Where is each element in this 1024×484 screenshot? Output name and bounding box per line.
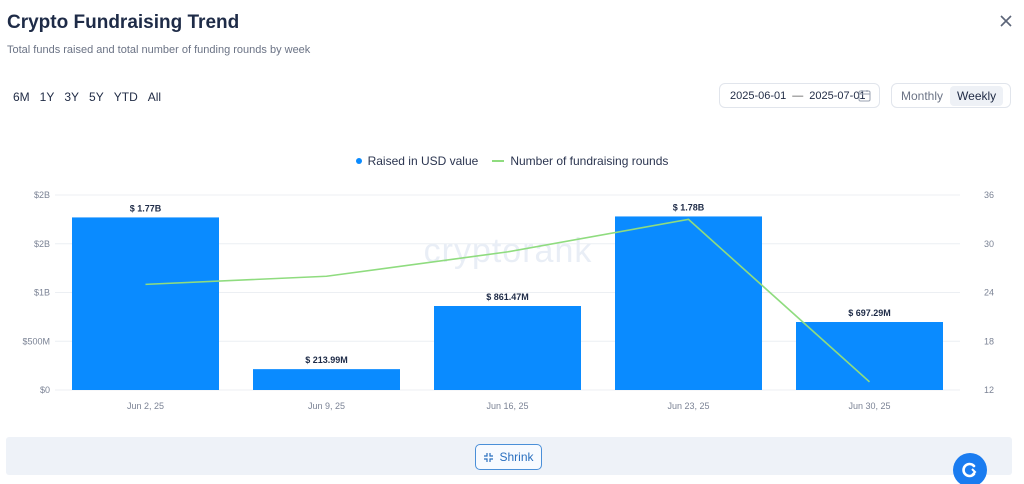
bar-data-label: $ 697.29M <box>848 308 891 318</box>
bar <box>796 322 943 390</box>
bar <box>615 216 762 390</box>
x-tick-label: Jun 2, 25 <box>127 401 164 411</box>
y-right-tick-label: 24 <box>984 288 994 298</box>
y-left-tick-label: $2B <box>34 239 50 249</box>
bar-data-label: $ 1.78B <box>673 202 705 212</box>
shrink-label: Shrink <box>499 450 534 464</box>
y-left-tick-label: $500M <box>22 336 50 346</box>
x-tick-label: Jun 23, 25 <box>667 401 709 411</box>
bar <box>72 217 219 390</box>
y-left-tick-label: $2B <box>34 190 50 200</box>
cryptorank-logo-icon[interactable] <box>953 453 987 484</box>
y-right-tick-label: 18 <box>984 336 994 346</box>
y-right-tick-label: 36 <box>984 190 994 200</box>
bar-data-label: $ 213.99M <box>305 355 348 365</box>
shrink-icon <box>484 452 494 462</box>
bar-data-label: $ 1.77B <box>130 203 162 213</box>
y-left-tick-label: $1B <box>34 288 50 298</box>
x-tick-label: Jun 9, 25 <box>308 401 345 411</box>
bar <box>434 306 581 390</box>
y-right-tick-label: 12 <box>984 385 994 395</box>
y-left-tick-label: $0 <box>40 385 50 395</box>
x-tick-label: Jun 30, 25 <box>848 401 890 411</box>
shrink-button[interactable]: Shrink <box>475 444 542 470</box>
y-right-tick-label: 30 <box>984 239 994 249</box>
bar-data-label: $ 861.47M <box>486 292 529 302</box>
chart-plot: $0 12$500M 18$1B 24$2B 30$2B 36cryptorank$ 1.… <box>22 190 994 411</box>
x-tick-label: Jun 16, 25 <box>486 401 528 411</box>
bar <box>253 369 400 390</box>
